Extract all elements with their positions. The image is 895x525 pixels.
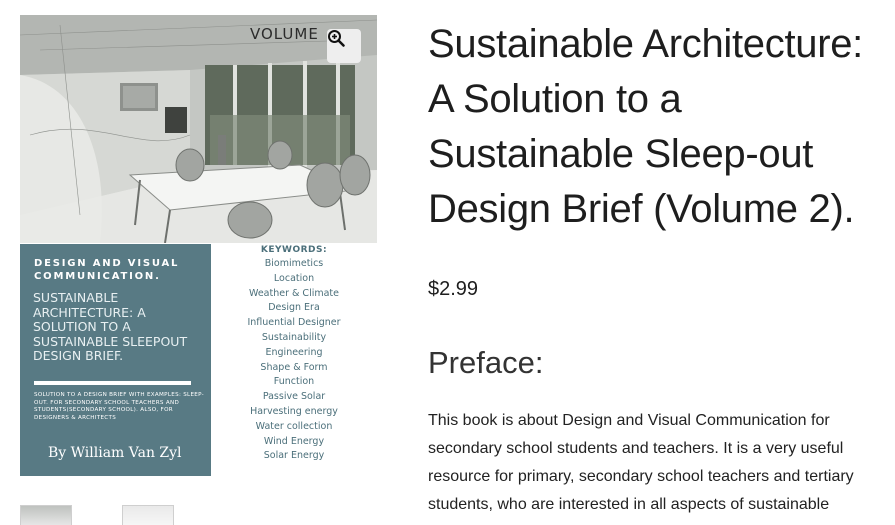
keyword-item: Passive Solar [262, 391, 326, 403]
keyword-item: Solar Energy [263, 450, 325, 462]
cover-photo: VOLUME [20, 15, 377, 243]
product-price: $2.99 [428, 278, 479, 300]
zoom-in-icon [328, 30, 345, 47]
keyword-item: Influential Designer [247, 317, 341, 329]
keyword-item: Function [273, 376, 315, 388]
cover-volume-text: VOLUME [250, 25, 319, 43]
keyword-item: Weather & Climate [248, 287, 339, 299]
keywords-title: KEYWORDS: [260, 245, 328, 255]
preface-heading: Preface: [428, 345, 544, 380]
keyword-item: Design Era [268, 302, 320, 314]
keyword-item: Water collection [255, 420, 333, 432]
gallery-thumbnail-1[interactable] [20, 505, 72, 525]
cover-keywords: KEYWORDS: Biomimetics Location Weather &… [211, 244, 377, 476]
keyword-item: Shape & Form [260, 361, 328, 373]
gallery-thumbnail-2[interactable] [122, 505, 174, 525]
cover-title-panel: DESIGN AND VISUAL COMMUNICATION. SUSTAIN… [20, 244, 211, 476]
cover-subtitle: SUSTAINABLE ARCHITECTURE: A SOLUTION TO … [33, 290, 188, 363]
cover-heading: DESIGN AND VISUAL COMMUNICATION. [34, 258, 180, 282]
interior-sketch-illustration [20, 15, 377, 243]
keyword-item: Wind Energy [263, 435, 325, 447]
cover-blurb: SOLUTION TO A DESIGN BRIEF WITH EXAMPLES… [34, 392, 205, 421]
keyword-item: Engineering [265, 346, 323, 358]
product-description: This book is about Design and Visual Com… [428, 412, 854, 513]
zoom-button[interactable] [327, 29, 361, 63]
keyword-item: Biomimetics [264, 258, 324, 269]
product-title: Sustainable Architecture: A Solution to … [428, 22, 863, 231]
cover-author: By William Van Zyl [48, 445, 182, 461]
keyword-item: Sustainability [261, 331, 327, 343]
product-image[interactable]: VOLUME DESIGN AND VISUAL COMMUNICATION. … [20, 15, 377, 476]
keyword-item: Harvesting energy [250, 405, 338, 417]
cover-divider [34, 381, 191, 385]
keyword-item: Location [273, 272, 315, 284]
